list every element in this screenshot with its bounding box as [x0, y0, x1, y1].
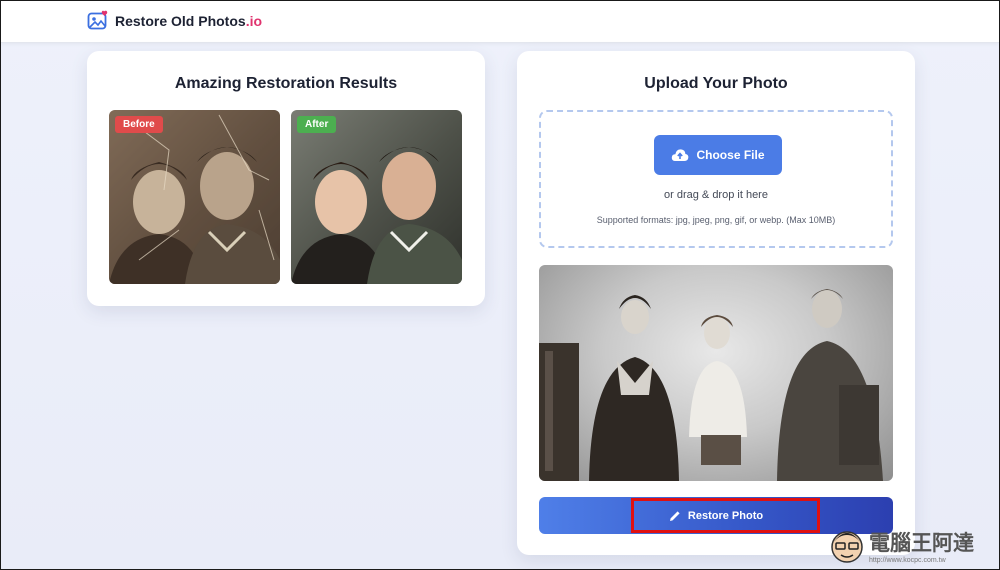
- after-portrait-image: [291, 147, 462, 284]
- upload-title: Upload Your Photo: [644, 75, 788, 92]
- supported-formats-note: Supported formats: jpg, jpeg, png, gif, …: [596, 215, 836, 225]
- brand-logo[interactable]: Restore Old Photos .io: [87, 10, 262, 32]
- photo-heart-icon: [87, 10, 108, 30]
- family-photo-image: [539, 289, 883, 481]
- mascot-face-icon: [831, 531, 863, 563]
- results-title: Amazing Restoration Results: [174, 75, 398, 92]
- watermark-url: http://www.kocpc.com.tw: [869, 556, 946, 564]
- brand-suffix: .io: [245, 13, 263, 29]
- drag-drop-hint: or drag & drop it here: [664, 189, 768, 201]
- after-badge: After: [297, 116, 337, 133]
- choose-file-button[interactable]: Choose File: [654, 135, 782, 175]
- brand-name: Restore Old Photos: [115, 13, 246, 29]
- watermark: 電腦王阿達 http://www.kocpc.com.tw: [827, 525, 974, 565]
- before-portrait-image: [109, 110, 280, 284]
- cloud-upload-icon: [672, 149, 689, 161]
- choose-file-label: Choose File: [696, 148, 765, 162]
- results-card: Amazing Restoration Results Before After: [87, 51, 485, 306]
- file-dropzone[interactable]: Choose File or drag & drop it here Suppo…: [539, 110, 893, 248]
- before-badge: Before: [115, 116, 163, 133]
- before-photo: Before: [109, 110, 280, 284]
- uploaded-photo-preview: [539, 265, 893, 481]
- top-navbar: Restore Old Photos .io: [1, 1, 999, 43]
- upload-card: Upload Your Photo Choose File or drag & …: [517, 51, 915, 555]
- annotation-highlight-box: [631, 498, 820, 533]
- watermark-text: 電腦王阿達: [869, 530, 974, 555]
- after-photo: After: [291, 110, 462, 284]
